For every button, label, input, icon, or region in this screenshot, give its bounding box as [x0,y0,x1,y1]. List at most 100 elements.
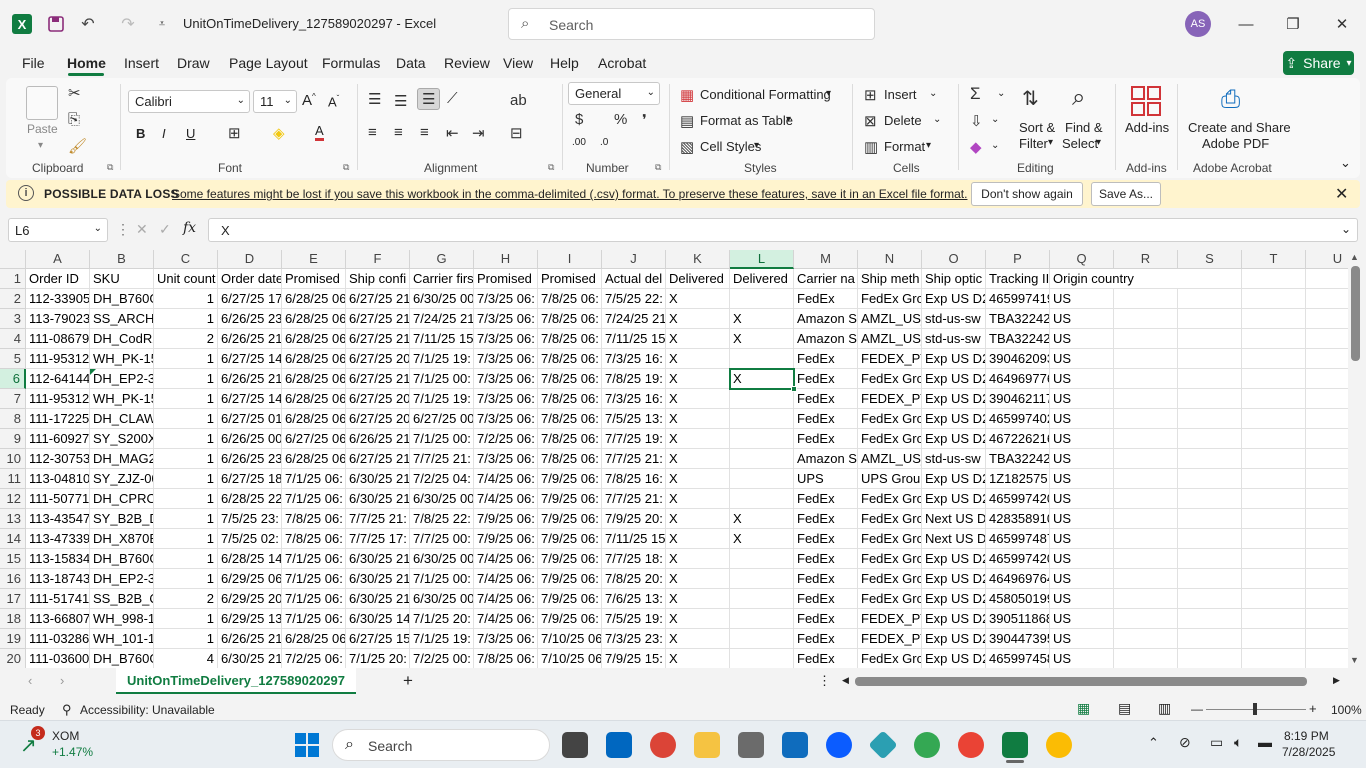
table-cell[interactable]: 111-51741 [26,589,90,609]
table-cell[interactable]: 113-18743 [26,569,90,589]
table-cell[interactable]: 7/9/25 15: [602,649,666,668]
table-cell[interactable]: 7/8/25 06: [538,409,602,429]
table-cell[interactable]: FedEx Gro [858,529,922,549]
table-cell[interactable]: 6/28/25 06 [282,309,346,329]
table-cell[interactable]: Amazon S [794,309,858,329]
zoom-level[interactable]: 100% [1331,703,1362,717]
row-header[interactable]: 20 [0,649,26,668]
table-cell[interactable]: Ship confi [346,269,410,289]
table-cell[interactable]: DH_CodR2 [90,329,154,349]
prev-sheet-icon[interactable]: ‹ [28,673,32,688]
table-cell[interactable]: 111-03286 [26,629,90,649]
sort-filter-label[interactable]: Sort & [1019,120,1055,135]
table-cell[interactable]: 7/4/25 06: [474,589,538,609]
dialog-launcher-icon[interactable]: ⧉ [107,162,113,173]
table-cell[interactable]: 7/3/25 16: [602,349,666,369]
conditional-formatting-icon[interactable]: ▦ [680,86,694,104]
column-header[interactable]: R [1114,250,1178,269]
table-cell[interactable] [1242,629,1306,649]
table-cell[interactable]: 7/8/25 22: [410,509,474,529]
row-header[interactable]: 10 [0,449,26,469]
table-cell[interactable]: WH_998-1 [90,609,154,629]
table-cell[interactable]: FEDEX_PT [858,389,922,409]
table-cell[interactable]: US [1050,629,1114,649]
table-cell[interactable] [730,589,794,609]
table-cell[interactable]: 1 [154,549,218,569]
addins-icon[interactable] [1131,86,1161,116]
table-cell[interactable]: 464969776 [986,369,1050,389]
table-cell[interactable]: 7/1/25 19: [410,389,474,409]
menu-insert[interactable]: Insert [124,55,159,71]
cut-icon[interactable]: ✂ [68,84,81,102]
table-cell[interactable] [1306,269,1348,289]
table-cell[interactable]: FedEx [794,629,858,649]
table-cell[interactable]: 7/1/25 00: [410,369,474,389]
cancel-entry-icon[interactable]: ✕ [136,221,148,238]
table-cell[interactable] [1242,509,1306,529]
table-cell[interactable]: US [1050,569,1114,589]
table-cell[interactable]: 7/7/25 17: [346,529,410,549]
table-cell[interactable]: 7/1/25 06: [282,609,346,629]
table-cell[interactable]: 465997419 [986,289,1050,309]
table-cell[interactable]: 111-17225 [26,409,90,429]
table-cell[interactable]: Ship optic [922,269,986,289]
save-icon[interactable] [44,12,68,36]
table-cell[interactable] [1114,449,1178,469]
increase-font-icon[interactable]: A^ [302,92,316,109]
table-cell[interactable]: Exp US D2 [922,489,986,509]
table-cell[interactable]: TBA32242 [986,449,1050,469]
column-header[interactable]: A [26,250,90,269]
table-cell[interactable]: 7/7/25 21: [410,449,474,469]
table-cell[interactable]: FedEx Gro [858,369,922,389]
table-cell[interactable] [1306,449,1348,469]
create-share-pdf-line2[interactable]: Adobe PDF [1202,136,1269,151]
create-pdf-icon[interactable]: ⎙ [1221,86,1240,114]
table-cell[interactable]: US [1050,329,1114,349]
zoom-in-icon[interactable]: + [1309,701,1317,716]
table-cell[interactable] [1114,429,1178,449]
table-cell[interactable] [1242,389,1306,409]
table-cell[interactable]: Order date [218,269,282,289]
table-cell[interactable]: 7/8/25 20: [602,569,666,589]
table-cell[interactable]: 1 [154,529,218,549]
column-header[interactable]: M [794,250,858,269]
table-cell[interactable] [1242,609,1306,629]
row-header[interactable]: 3 [0,309,26,329]
excel-taskbar-icon[interactable] [1002,732,1028,758]
select-all-corner[interactable] [0,250,26,269]
column-header[interactable]: E [282,250,346,269]
scroll-right-icon[interactable]: ▶ [1333,675,1340,686]
table-cell[interactable]: 111-03600 [26,649,90,668]
show-hidden-icons-icon[interactable]: ⌃ [1148,735,1159,751]
table-cell[interactable] [1114,629,1178,649]
table-cell[interactable] [1114,569,1178,589]
create-share-pdf-line1[interactable]: Create and Share [1188,120,1291,135]
merge-center-icon[interactable]: ⊟ [510,124,523,142]
table-cell[interactable]: 7/5/25 22: [602,289,666,309]
table-cell[interactable] [1178,549,1242,569]
table-cell[interactable] [1242,549,1306,569]
table-cell[interactable]: FedEx [794,289,858,309]
table-cell[interactable]: FedEx Gro [858,649,922,668]
table-cell[interactable]: 7/1/25 06: [282,549,346,569]
table-cell[interactable]: Tracking II [986,269,1050,289]
table-cell[interactable]: 7/8/25 06: [538,349,602,369]
table-cell[interactable] [1178,469,1242,489]
borders-icon[interactable]: ⊞ [228,124,241,142]
table-cell[interactable]: 112-64144 [26,369,90,389]
increase-decimal-icon[interactable]: .00 [572,137,586,148]
table-cell[interactable]: DH_EP2-3 [90,369,154,389]
table-cell[interactable]: X [666,509,730,529]
table-cell[interactable]: Origin country [1050,269,1178,289]
table-cell[interactable]: 6/30/25 00 [410,289,474,309]
table-cell[interactable] [1178,409,1242,429]
table-cell[interactable] [1306,429,1348,449]
table-cell[interactable] [1242,589,1306,609]
horizontal-scroll-thumb[interactable] [855,677,1307,686]
table-cell[interactable]: Carrier firs [410,269,474,289]
table-cell[interactable] [1242,569,1306,589]
table-cell[interactable]: 6/30/25 21 [346,569,410,589]
column-header[interactable]: Q [1050,250,1114,269]
infobar-message-link[interactable]: Some features might be lost if you save … [172,187,967,201]
clear-icon[interactable]: ◆ [970,138,982,156]
